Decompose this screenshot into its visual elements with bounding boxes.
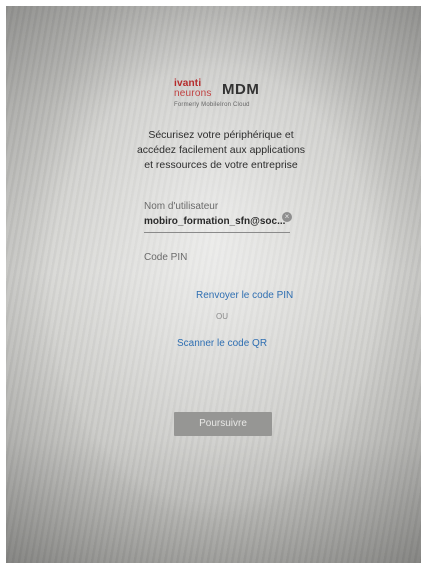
pin-field[interactable] — [144, 249, 294, 269]
ivanti-neurons-logo: ivanti neurons — [174, 79, 212, 99]
or-separator: OU — [216, 312, 228, 321]
username-label: Nom d'utilisateur — [144, 201, 219, 212]
logo-brand-line2: neurons — [174, 88, 212, 99]
continue-button[interactable]: Poursuivre — [174, 412, 272, 436]
intro-text: Sécurisez votre périphérique et accédez … — [136, 129, 306, 171]
logo-subtitle: Formerly MobileIron Cloud — [174, 102, 250, 108]
scan-qr-link[interactable]: Scanner le code QR — [177, 338, 267, 349]
logo-product-name: MDM — [222, 81, 260, 98]
username-underline — [144, 232, 290, 233]
resend-pin-link[interactable]: Renvoyer le code PIN — [196, 290, 293, 301]
clear-icon[interactable]: × — [282, 212, 292, 222]
device-screen-photo: ivanti neurons MDM Formerly MobileIron C… — [6, 6, 421, 563]
app-logo: ivanti neurons MDM Formerly MobileIron C… — [174, 79, 284, 119]
username-field[interactable]: mobiro_formation_sfn@soc... — [144, 216, 286, 227]
